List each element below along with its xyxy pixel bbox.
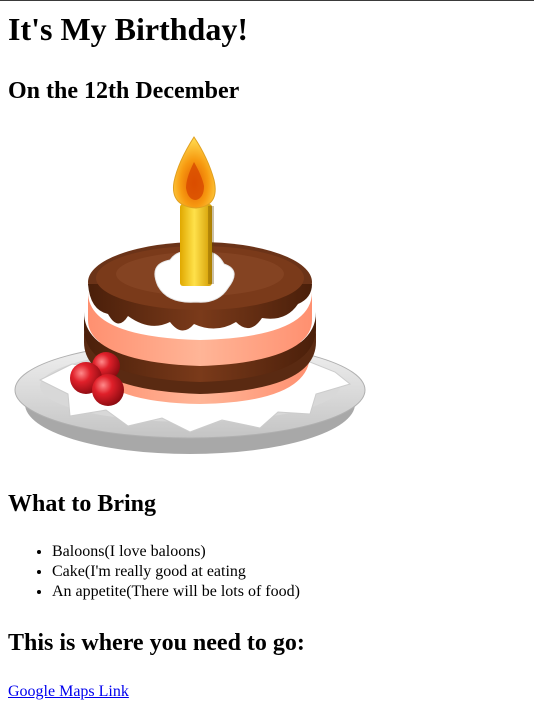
bring-list: Baloons(I love baloons) Cake(I'm really … — [8, 542, 300, 602]
where-to-go-heading: This is where you need to go: — [8, 630, 305, 656]
birthday-cake-icon — [14, 136, 366, 454]
google-maps-link[interactable]: Google Maps Link — [8, 682, 129, 702]
what-to-bring-heading: What to Bring — [8, 491, 157, 517]
page-title: It's My Birthday! — [8, 11, 248, 47]
list-item: An appetite(There will be lots of food) — [52, 582, 300, 602]
list-item: Baloons(I love baloons) — [52, 542, 300, 562]
list-item: Cake(I'm really good at eating — [52, 562, 300, 582]
birthday-cake-image — [10, 132, 370, 462]
date-subtitle: On the 12th December — [8, 78, 240, 104]
